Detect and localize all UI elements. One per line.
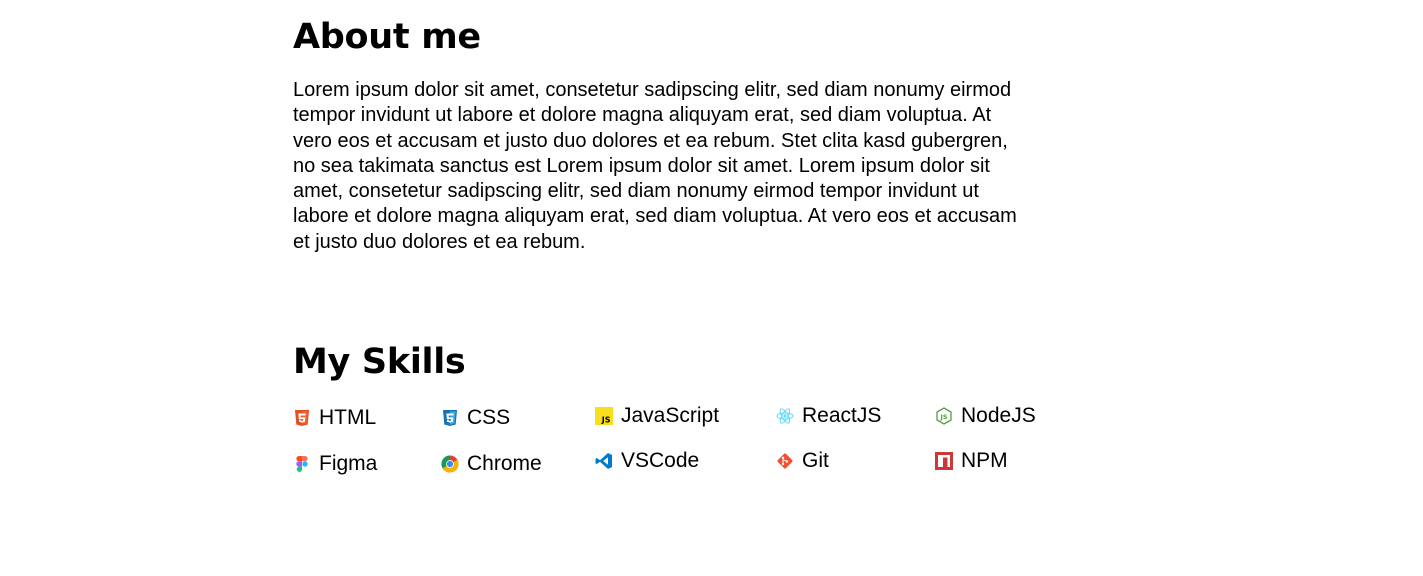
skill-html: HTML <box>293 405 376 431</box>
skill-css: CSS <box>441 405 510 431</box>
skill-label: VSCode <box>621 449 700 472</box>
skill-label: Chrome <box>467 452 542 475</box>
javascript-icon: JS <box>595 407 613 425</box>
git-icon <box>776 452 794 470</box>
skill-label: Git <box>802 449 829 472</box>
skill-chrome: Chrome <box>441 451 542 477</box>
skill-label: NPM <box>961 449 1008 472</box>
skill-git: Git <box>776 448 829 474</box>
skill-label: CSS <box>467 406 511 429</box>
skill-figma: Figma <box>293 451 377 477</box>
skill-label: NodeJS <box>961 404 1036 427</box>
skill-label: Figma <box>319 452 378 475</box>
skill-label: JavaScript <box>621 404 720 427</box>
skill-nodejs: JS NodeJS <box>935 403 1036 429</box>
about-title: About me <box>293 17 481 57</box>
nodejs-icon: JS <box>935 407 953 425</box>
react-icon <box>776 407 794 425</box>
skill-javascript: JS JavaScript <box>595 403 719 429</box>
skill-npm: NPM <box>935 448 1008 474</box>
chrome-icon <box>441 455 459 473</box>
skill-label: ReactJS <box>802 404 882 427</box>
skill-react: ReactJS <box>776 403 881 429</box>
html5-icon <box>293 409 311 427</box>
skill-label: HTML <box>319 406 377 429</box>
about-text: Lorem ipsum dolor sit amet, consetetur s… <box>293 79 1017 253</box>
css3-icon <box>441 409 459 427</box>
skills-title: My Skills <box>293 342 466 382</box>
figma-icon <box>293 455 311 473</box>
vscode-icon <box>595 452 613 470</box>
svg-text:JS: JS <box>601 416 611 425</box>
npm-icon <box>935 452 953 470</box>
svg-text:JS: JS <box>939 413 947 421</box>
skill-vscode: VSCode <box>595 448 699 474</box>
